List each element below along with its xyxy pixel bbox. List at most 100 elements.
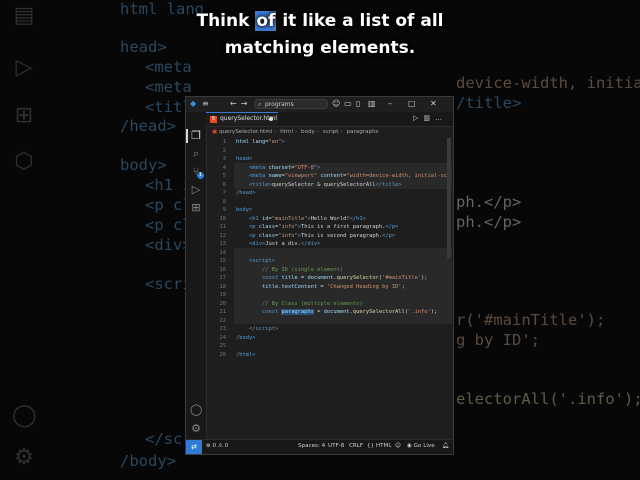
line-number: 26 [219, 351, 227, 358]
settings-icon[interactable]: ⚙ [190, 423, 202, 435]
encoding-status[interactable]: UTF-8 [328, 440, 344, 453]
breadcrumb[interactable]: ▣ querySelector.html › html › body › script… [206, 127, 453, 137]
line-number: 24 [219, 334, 227, 341]
close-button[interactable]: ✕ [430, 99, 437, 108]
line-number: 10 [219, 215, 227, 222]
maximize-button[interactable]: □ [408, 99, 416, 108]
code-line[interactable]: <p class="info">This is a first paragrap… [236, 223, 398, 232]
files-icon[interactable]: ❐ [190, 130, 202, 142]
nav-arrows[interactable]: ←→ [230, 99, 251, 108]
account-icon[interactable]: ◯ [190, 404, 202, 416]
caption-before: Think [196, 11, 256, 31]
code-line[interactable]: const title = document.querySelector('#m… [236, 274, 428, 283]
active-indicator [186, 129, 188, 143]
line-number: 1 [222, 139, 226, 145]
code-line[interactable]: // By Class (multiple elements) [236, 300, 363, 309]
unsaved-dot-icon[interactable] [269, 117, 273, 121]
tab-bar: 5 querySelector.html ▷▥… [206, 112, 453, 127]
code-line[interactable]: <h1 id="mainTitle">Hello World!</h1> [236, 215, 366, 224]
code-line[interactable]: <div>Just a div.</div> [236, 240, 320, 249]
code-line[interactable]: <meta charset="UTF-8"> [236, 164, 320, 173]
line-number: 6 [222, 181, 226, 188]
line-number: 15 [219, 258, 227, 264]
caption-highlight-word: of [255, 11, 277, 31]
vscode-window: ◆ ≡ ←→ ⌕ programs ☺ ▭ ▯ ▥ – □ ✕ ❐ ⌕ ⑂ 1 … [185, 96, 454, 455]
line-number: 2 [222, 147, 226, 154]
video-caption: Think of it like a list of all matching … [185, 8, 455, 62]
line-number: 5 [222, 173, 226, 179]
line-number: 9 [222, 207, 226, 213]
code-line[interactable]: <p class="info">This is second paragraph… [236, 232, 395, 241]
breadcrumb-file[interactable]: querySelector.html [219, 129, 272, 135]
error-count: 0 [212, 443, 217, 449]
editor-scrollbar[interactable] [447, 138, 451, 258]
code-line[interactable]: </script> [236, 325, 278, 334]
line-number: 12 [219, 232, 227, 239]
source-control-badge: 1 [197, 172, 204, 179]
warning-icon: ⚠ [217, 443, 223, 449]
title-bar: ◆ ≡ ←→ ⌕ programs ☺ ▭ ▯ ▥ – □ ✕ [186, 97, 453, 113]
problems-indicator[interactable]: ⊗ 0 ⚠ 0 [206, 440, 228, 453]
run-debug-icon[interactable]: ▷ [190, 184, 202, 196]
indentation-status[interactable]: Spaces: 4 [298, 440, 325, 453]
go-live-button[interactable]: ◉ Go Live [407, 440, 435, 453]
html-file-icon: 5 [210, 116, 217, 123]
warning-count: 0 [224, 443, 229, 449]
code-line[interactable]: title.textContent = 'Changed Heading by … [236, 283, 405, 292]
code-line[interactable]: html lang="en"> [236, 138, 285, 147]
search-icon: ⌕ [258, 101, 262, 108]
line-number: 8 [222, 198, 226, 205]
code-line[interactable]: /head> [236, 189, 255, 198]
code-line[interactable]: <meta name="viewport" content="width=dev… [236, 172, 450, 181]
code-line[interactable]: const paragraphs = document.querySelecto… [236, 308, 437, 317]
remote-indicator-icon[interactable]: ⇄ [186, 440, 202, 454]
copilot-status-icon[interactable]: ☺ [395, 440, 401, 453]
line-number: 21 [219, 309, 227, 315]
eol-status[interactable]: CRLF [349, 440, 363, 453]
breadcrumb-script[interactable]: script [323, 129, 339, 135]
go-live-label: Go Live [413, 443, 435, 449]
code-line[interactable]: /body> [236, 334, 255, 343]
line-number: 3 [222, 156, 226, 162]
line-number: 14 [219, 249, 227, 256]
line-number: 23 [219, 326, 227, 332]
error-icon: ⊗ [206, 443, 211, 449]
language-status[interactable]: {} HTML [367, 440, 391, 453]
layout-icon[interactable]: ▭ [344, 99, 352, 108]
html-file-icon: ▣ [212, 129, 218, 135]
line-number: 20 [219, 300, 227, 307]
code-line[interactable]: /html> [236, 351, 255, 360]
breadcrumb-html[interactable]: html [280, 129, 293, 135]
notifications-icon[interactable]: 🔔︎ [442, 440, 449, 453]
line-number: 17 [219, 275, 227, 281]
code-line[interactable]: body> [236, 206, 252, 215]
editor-actions[interactable]: ▷▥… [413, 114, 447, 122]
breadcrumb-body[interactable]: body [301, 129, 315, 135]
code-line[interactable]: head> [236, 155, 252, 164]
search-icon[interactable]: ⌕ [190, 148, 202, 160]
vscode-logo-icon: ◆ [190, 99, 197, 108]
line-number: 25 [219, 343, 227, 349]
line-number: 4 [222, 164, 226, 171]
status-bar: ⇄ ⊗ 0 ⚠ 0 Spaces: 4 UTF-8 CRLF {} HTML ☺… [186, 439, 453, 454]
panel-icon[interactable]: ▯ [356, 99, 360, 108]
menu-icon[interactable]: ≡ [202, 99, 209, 108]
code-editor[interactable]: 1 2 3 4 5 6 7 8 9 10 11 12 13 14 15 16 17 18 19 20 21 22 23 24 2… [206, 138, 455, 441]
minimize-button[interactable]: – [388, 99, 392, 108]
line-number: 7 [222, 190, 226, 196]
command-center-label: programs [265, 101, 294, 108]
sidebar-toggle-icon[interactable]: ▥ [368, 99, 376, 108]
copilot-icon[interactable]: ☺ [332, 99, 340, 108]
code-line[interactable]: <script> [236, 257, 275, 266]
code-line[interactable]: // By ID (single element) [236, 266, 343, 275]
code-line[interactable]: <title>querySelector & querySelectorAll<… [236, 181, 402, 190]
line-number: 13 [219, 241, 227, 247]
line-number: 11 [219, 224, 227, 230]
breadcrumb-paragraphs[interactable]: paragraphs [347, 129, 379, 135]
line-number: 19 [219, 292, 227, 298]
line-number: 18 [219, 283, 227, 290]
language-label: HTML [375, 443, 392, 449]
command-center[interactable]: ⌕ programs [254, 99, 328, 109]
extensions-icon[interactable]: ⊞ [190, 202, 202, 214]
tab-queryselector-html[interactable]: 5 querySelector.html [206, 112, 278, 126]
